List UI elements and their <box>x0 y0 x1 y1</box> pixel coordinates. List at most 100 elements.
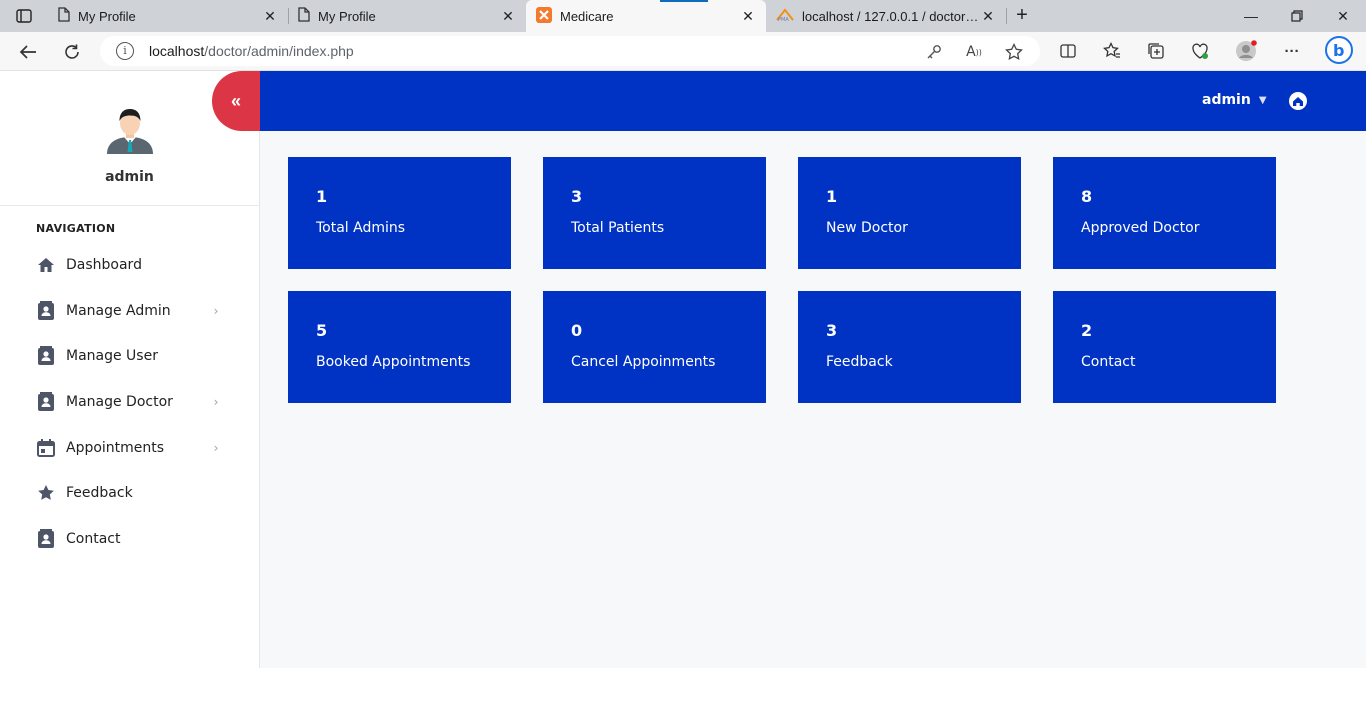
sidebar-item-manage-admin[interactable]: Manage Admin › <box>0 293 259 329</box>
stat-value: 1 <box>826 187 838 206</box>
page-bottom-area <box>0 668 1366 728</box>
stat-card-contact[interactable]: 2 Contact <box>1053 291 1276 403</box>
close-icon[interactable]: ✕ <box>500 8 516 25</box>
stat-value: 5 <box>316 321 328 340</box>
tab-title: Medicare <box>560 8 614 24</box>
top-header-bar: admin ▼ <box>260 71 1366 131</box>
stat-value: 1 <box>316 187 328 206</box>
more-options-icon[interactable]: ··· <box>1280 39 1304 63</box>
sidebar-item-feedback[interactable]: Feedback <box>0 475 259 511</box>
sidebar-item-label: Manage User <box>66 348 158 364</box>
chevron-right-icon: › <box>213 441 219 455</box>
close-icon[interactable]: ✕ <box>980 8 996 25</box>
sidebar-item-contact[interactable]: Contact <box>0 521 259 557</box>
stat-card-feedback[interactable]: 3 Feedback <box>798 291 1021 403</box>
stat-card-new-doctor[interactable]: 1 New Doctor <box>798 157 1021 269</box>
stat-label: New Doctor <box>826 220 908 236</box>
sidebar-item-label: Manage Admin <box>66 303 171 319</box>
sidebar-item-manage-doctor[interactable]: Manage Doctor › <box>0 384 259 420</box>
sidebar: admin NAVIGATION Dashboard Manage Admin … <box>0 71 260 668</box>
browser-tab-1[interactable]: My Profile ✕ <box>48 0 288 32</box>
sidebar-item-manage-user[interactable]: Manage User <box>0 338 259 374</box>
sidebar-item-dashboard[interactable]: Dashboard <box>0 247 259 283</box>
xampp-icon <box>536 6 552 26</box>
new-tab-button[interactable]: + <box>1010 4 1034 28</box>
tab-title: My Profile <box>318 8 376 24</box>
url-path: /doctor/admin/index.php <box>204 43 354 59</box>
sidebar-item-label: Appointments <box>66 440 165 456</box>
window-close-button[interactable]: ✕ <box>1320 0 1366 32</box>
tab-title: My Profile <box>78 8 136 24</box>
chevron-right-icon: › <box>213 395 219 409</box>
sidebar-item-appointments[interactable]: Appointments › <box>0 430 259 466</box>
svg-text:PMA: PMA <box>778 17 789 22</box>
stat-label: Approved Doctor <box>1081 220 1200 236</box>
close-icon[interactable]: ✕ <box>262 8 278 25</box>
admin-dashboard-page: admin ▼ admin NAVIGATION Dashboard Manag… <box>0 71 1366 668</box>
profile-name: admin <box>105 169 154 185</box>
favorites-icon[interactable] <box>1100 39 1124 63</box>
collections-icon[interactable] <box>1144 39 1168 63</box>
navigation-heading: NAVIGATION <box>36 222 116 235</box>
profile-avatar-icon[interactable] <box>1234 39 1258 63</box>
stat-label: Cancel Appoinments <box>571 354 716 370</box>
contact-card-icon <box>36 346 56 366</box>
browser-tab-3-active[interactable]: Medicare ✕ <box>526 0 766 32</box>
stat-card-total-patients[interactable]: 3 Total Patients <box>543 157 766 269</box>
site-info-icon[interactable]: i <box>116 42 134 60</box>
tab-divider <box>1006 8 1007 24</box>
stat-value: 8 <box>1081 187 1093 206</box>
sidebar-item-label: Feedback <box>66 485 133 501</box>
stat-card-booked-appointments[interactable]: 5 Booked Appointments <box>288 291 511 403</box>
stat-card-total-admins[interactable]: 1 Total Admins <box>288 157 511 269</box>
avatar <box>104 104 156 156</box>
close-icon[interactable]: ✕ <box>740 8 756 25</box>
split-screen-icon[interactable] <box>1056 39 1080 63</box>
tab-title: localhost / 127.0.0.1 / doctor / tb <box>802 8 980 24</box>
chevron-right-icon: › <box>213 304 219 318</box>
chevron-down-icon: ▼ <box>1258 94 1267 106</box>
contact-card-icon <box>36 392 56 412</box>
url-field[interactable]: i localhost/doctor/admin/index.php A)) <box>100 36 1040 66</box>
favorite-star-icon[interactable] <box>1004 42 1024 62</box>
browser-tab-strip: My Profile ✕ My Profile ✕ Medicare ✕ PMA… <box>0 0 1366 32</box>
key-icon[interactable] <box>924 42 944 62</box>
back-arrow-icon[interactable] <box>14 38 42 66</box>
calendar-icon <box>36 438 56 458</box>
stat-label: Booked Appointments <box>316 354 471 370</box>
browser-essentials-icon[interactable] <box>1188 39 1212 63</box>
stat-label: Contact <box>1081 354 1136 370</box>
double-chevron-left-icon: « <box>230 90 241 111</box>
stat-value: 2 <box>1081 321 1093 340</box>
browser-tab-2[interactable]: My Profile ✕ <box>288 0 526 32</box>
stat-value: 0 <box>571 321 583 340</box>
browser-address-bar: i localhost/doctor/admin/index.php A)) ·… <box>0 32 1366 71</box>
user-menu-label: admin <box>1202 92 1251 108</box>
stat-value: 3 <box>826 321 838 340</box>
read-aloud-icon[interactable]: A)) <box>964 42 984 62</box>
refresh-icon[interactable] <box>58 38 86 66</box>
stat-value: 3 <box>571 187 583 206</box>
stat-card-approved-doctor[interactable]: 8 Approved Doctor <box>1053 157 1276 269</box>
bing-chat-icon[interactable]: b <box>1324 35 1354 65</box>
page-icon <box>298 7 310 25</box>
sidebar-item-label: Manage Doctor <box>66 394 173 410</box>
sidebar-item-label: Dashboard <box>66 257 142 273</box>
url-host: localhost <box>149 43 205 59</box>
page-icon <box>58 7 70 25</box>
restore-button[interactable] <box>1274 0 1320 32</box>
sidebar-item-label: Contact <box>66 531 121 547</box>
home-icon[interactable] <box>1288 91 1308 111</box>
stat-label: Feedback <box>826 354 893 370</box>
user-menu-dropdown[interactable]: admin ▼ <box>1202 92 1267 108</box>
svg-text:b: b <box>1333 41 1344 60</box>
stat-label: Total Patients <box>571 220 665 236</box>
phpmyadmin-icon: PMA <box>776 7 794 25</box>
browser-tab-4[interactable]: PMA localhost / 127.0.0.1 / doctor / tb … <box>766 0 1006 32</box>
contact-card-icon <box>36 301 56 321</box>
tab-loading-indicator <box>660 0 708 2</box>
tab-actions-icon[interactable] <box>10 7 38 25</box>
stat-card-cancel-appointments[interactable]: 0 Cancel Appoinments <box>543 291 766 403</box>
minimize-button[interactable]: — <box>1228 0 1274 32</box>
url-text: localhost/doctor/admin/index.php <box>149 43 354 59</box>
